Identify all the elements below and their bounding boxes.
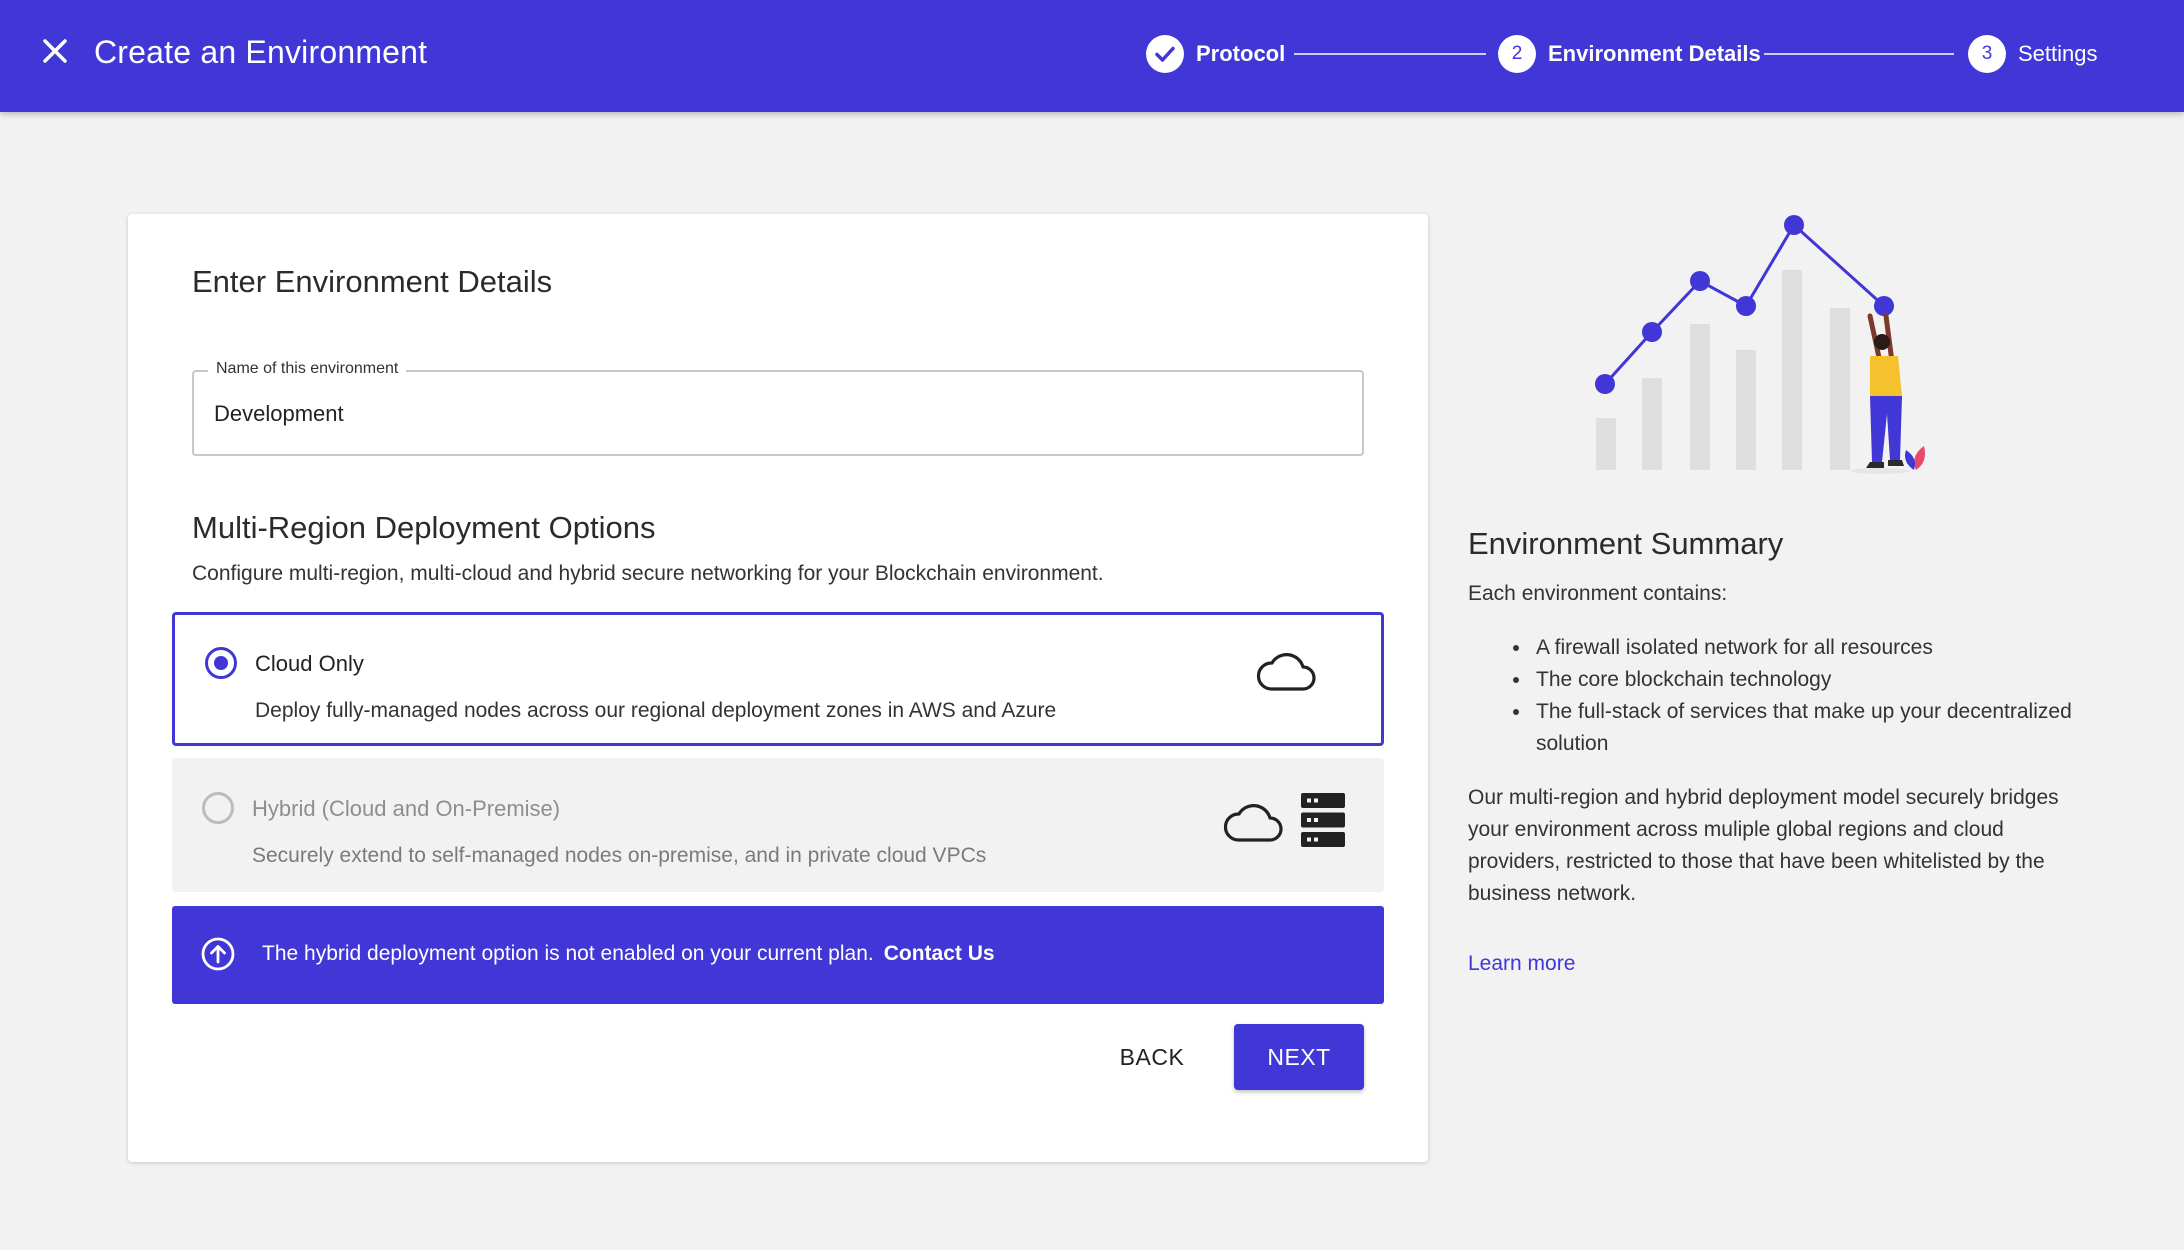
option-title: Cloud Only xyxy=(255,651,364,676)
step-connector xyxy=(1294,53,1486,55)
radio-hybrid[interactable] xyxy=(202,792,234,824)
upgrade-banner: The hybrid deployment option is not enab… xyxy=(172,906,1384,1004)
step-settings[interactable]: 3 Settings xyxy=(1968,34,2098,74)
option-cloud-only[interactable]: Cloud Only Deploy fully-managed nodes ac… xyxy=(172,612,1384,746)
summary-list: A firewall isolated network for all reso… xyxy=(1468,632,2108,760)
back-button[interactable]: BACK xyxy=(1096,1024,1208,1090)
step-environment-details[interactable]: 2 Environment Details xyxy=(1498,34,1761,74)
option-description: Securely extend to self-managed nodes on… xyxy=(252,844,987,867)
banner-text: The hybrid deployment option is not enab… xyxy=(262,942,874,965)
environment-name-input[interactable] xyxy=(214,396,1314,432)
step-complete-badge xyxy=(1146,35,1184,73)
stepper: Protocol 2 Environment Details 3 Setting… xyxy=(0,34,2184,74)
list-item: The full-stack of services that make up … xyxy=(1532,696,2108,760)
card-title: Enter Environment Details xyxy=(192,264,553,299)
option-title: Hybrid (Cloud and On-Premise) xyxy=(252,796,561,821)
environment-name-label: Name of this environment xyxy=(208,360,407,378)
step-label-environment-details: Environment Details xyxy=(1548,41,1761,66)
summary-body: Our multi-region and hybrid deployment m… xyxy=(1468,786,2059,905)
option-hybrid[interactable]: Hybrid (Cloud and On-Premise) Securely e… xyxy=(172,758,1384,892)
check-icon xyxy=(1155,46,1175,62)
list-item: The core blockchain technology xyxy=(1532,664,2108,696)
step-label-protocol: Protocol xyxy=(1196,41,1286,66)
deployment-section-title: Multi-Region Deployment Options xyxy=(192,510,656,545)
step-protocol[interactable]: Protocol xyxy=(1146,34,1285,74)
top-app-bar: Create an Environment Protocol 2 Environ… xyxy=(0,0,2184,112)
summary-intro: Each environment contains: xyxy=(1468,582,1728,605)
arrow-up-circle-icon xyxy=(201,937,235,971)
cloud-icon xyxy=(1223,804,1283,842)
next-button[interactable]: NEXT xyxy=(1234,1024,1364,1090)
step-label-settings: Settings xyxy=(2018,41,2098,66)
server-icon xyxy=(1301,793,1345,847)
deployment-section-description: Configure multi-region, multi-cloud and … xyxy=(192,562,1104,585)
learn-more-link[interactable]: Learn more xyxy=(1468,952,1575,976)
banner-message: The hybrid deployment option is not enab… xyxy=(262,942,995,966)
contact-us-link[interactable]: Contact Us xyxy=(884,942,995,965)
step-number-badge: 3 xyxy=(1968,35,2006,73)
environment-summary: Environment Summary Each environment con… xyxy=(1468,526,2108,976)
option-description: Deploy fully-managed nodes across our re… xyxy=(255,699,1057,722)
cloud-icon xyxy=(1256,653,1316,691)
environment-details-card: Enter Environment Details Name of this e… xyxy=(128,214,1428,1162)
step-number-badge: 2 xyxy=(1498,35,1536,73)
environment-name-field[interactable]: Name of this environment xyxy=(192,360,1364,456)
radio-cloud-only[interactable] xyxy=(205,647,237,679)
summary-title: Environment Summary xyxy=(1468,526,1784,561)
step-connector xyxy=(1764,53,1954,55)
growth-chart-illustration xyxy=(1595,215,1925,474)
list-item: A firewall isolated network for all reso… xyxy=(1532,632,2108,664)
